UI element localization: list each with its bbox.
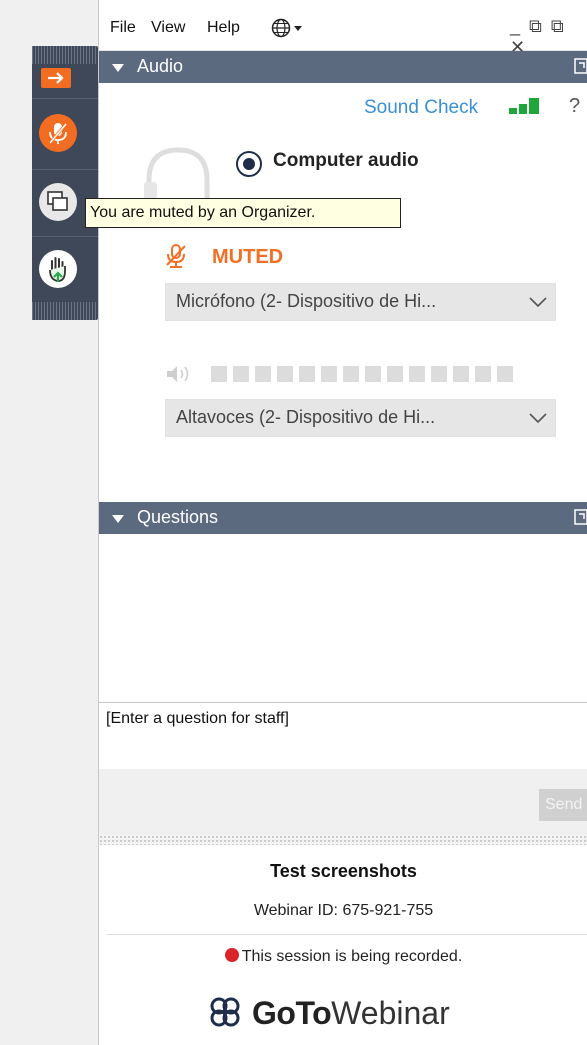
menu-bar: File View Help _ ⧉ ⧉ ✕ xyxy=(99,0,587,57)
collapse-triangle-icon[interactable] xyxy=(111,59,125,80)
webinar-control-window: File View Help _ ⧉ ⧉ ✕ Audio Sound Check xyxy=(98,0,587,1045)
popout-icon[interactable] xyxy=(574,57,587,80)
question-input-placeholder: [Enter a question for staff] xyxy=(106,710,289,727)
brand-goto: GoTo xyxy=(252,995,332,1031)
questions-section-header[interactable]: Questions xyxy=(99,502,587,534)
audio-header-title: Audio xyxy=(137,56,184,76)
popout-icon[interactable] xyxy=(574,508,587,531)
speaker-select-value: Altavoces (2- Dispositivo de Hi... xyxy=(176,407,436,427)
brand-webinar: Webinar xyxy=(331,995,450,1031)
recording-text: This session is being recorded. xyxy=(241,948,463,965)
chevron-down-icon xyxy=(529,411,547,429)
chevron-down-icon xyxy=(529,295,547,313)
webinar-title: Test screenshots xyxy=(270,861,417,881)
menu-file[interactable]: File xyxy=(110,19,136,37)
microphone-select[interactable]: Micrófono (2- Dispositivo de Hi... xyxy=(165,283,556,321)
footer-divider xyxy=(99,835,587,845)
computer-audio-radio[interactable] xyxy=(235,150,263,183)
menu-view[interactable]: View xyxy=(151,19,185,37)
send-bar: Send xyxy=(99,769,587,835)
collapse-triangle-icon[interactable] xyxy=(111,510,125,531)
speaker-level-meter xyxy=(211,366,519,384)
webinar-id: Webinar ID: 675-921-755 xyxy=(253,902,434,919)
muted-tooltip: You are muted by an Organizer. xyxy=(85,198,401,228)
footer-rule xyxy=(107,934,587,935)
grip-bottom[interactable] xyxy=(32,302,98,320)
microphone-select-value: Micrófono (2- Dispositivo de Hi... xyxy=(176,291,437,311)
speaker-select[interactable]: Altavoces (2- Dispositivo de Hi... xyxy=(165,399,556,437)
questions-header-title: Questions xyxy=(137,507,219,527)
gotowebinar-flower-icon xyxy=(210,997,240,1027)
muted-status-label: MUTED xyxy=(212,246,284,268)
computer-audio-label[interactable]: Computer audio xyxy=(273,150,419,172)
recording-notice: This session is being recorded. xyxy=(99,948,587,966)
expand-panel-arrow-icon[interactable] xyxy=(41,68,71,88)
muted-microphone-icon xyxy=(164,243,188,274)
question-input[interactable]: [Enter a question for staff] xyxy=(99,702,587,770)
gotowebinar-logo: GoToWebinar xyxy=(206,993,450,1032)
questions-log xyxy=(99,534,587,702)
sound-check-link[interactable]: Sound Check xyxy=(364,97,478,119)
webinar-info-footer: Test screenshots Webinar ID: 675-921-755… xyxy=(99,845,587,1045)
screen-view-button[interactable] xyxy=(39,183,77,221)
language-globe-icon[interactable] xyxy=(271,17,307,44)
audio-section-header[interactable]: Audio xyxy=(99,51,587,83)
speaker-volume-icon xyxy=(165,364,195,389)
grip-top[interactable] xyxy=(32,46,98,64)
recording-dot-icon xyxy=(224,948,239,962)
menu-help[interactable]: Help xyxy=(207,19,240,37)
raise-hand-button[interactable] xyxy=(39,250,77,288)
send-button[interactable]: Send xyxy=(539,789,587,821)
control-panel-grab-tab[interactable] xyxy=(32,46,98,320)
audio-help-icon[interactable]: ? xyxy=(569,95,580,118)
signal-strength-icon xyxy=(496,96,546,123)
mute-microphone-button[interactable] xyxy=(39,114,77,152)
